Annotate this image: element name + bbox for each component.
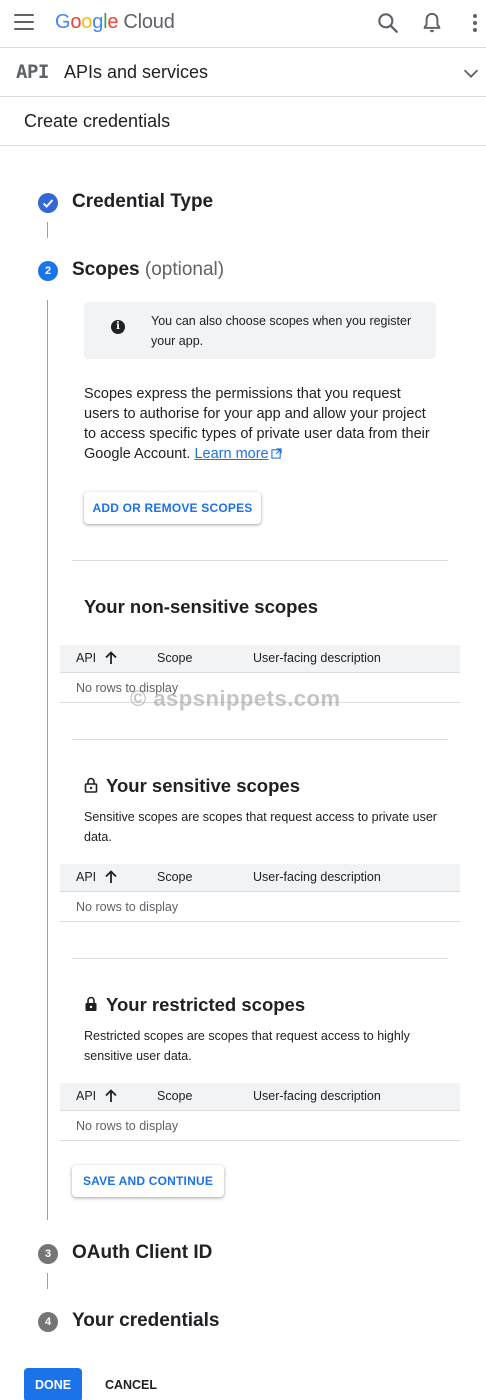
- check-icon: [42, 199, 54, 208]
- column-scope: Scope: [157, 651, 193, 665]
- logo-letter: e: [107, 11, 119, 33]
- divider: [72, 560, 448, 561]
- step-title-your-credentials[interactable]: Your credentials: [72, 1310, 219, 1332]
- info-banner: i You can also choose scopes when you re…: [84, 302, 436, 359]
- column-description: User-facing description: [253, 870, 381, 884]
- cancel-button[interactable]: CANCEL: [96, 1368, 166, 1400]
- column-api[interactable]: API: [76, 870, 96, 884]
- logo-letter: g: [92, 11, 104, 33]
- step-connector: [47, 1273, 48, 1289]
- step-connector: [47, 300, 48, 1220]
- external-link-icon[interactable]: [270, 448, 282, 459]
- divider: [72, 958, 448, 959]
- page-title: Create credentials: [24, 111, 171, 131]
- google-cloud-logo[interactable]: Google Cloud: [55, 11, 175, 34]
- table-empty-row: No rows to display: [60, 893, 460, 922]
- column-scope: Scope: [157, 870, 193, 884]
- empty-text: No rows to display: [76, 900, 179, 914]
- page-header: Create credentials: [0, 97, 486, 146]
- column-description: User-facing description: [253, 651, 381, 665]
- table-header: API Scope User-facing description: [60, 1083, 460, 1111]
- scopes-description: Scopes express the permissions that you …: [84, 384, 440, 464]
- menu-icon[interactable]: [14, 14, 34, 32]
- table-header: API Scope User-facing description: [60, 645, 460, 673]
- api-badge-icon: API: [16, 61, 49, 83]
- info-text: You can also choose scopes when you regi…: [151, 314, 412, 348]
- search-icon[interactable]: [375, 10, 401, 36]
- arrow-up-icon[interactable]: [103, 1088, 119, 1104]
- step-optional-label: (optional): [144, 259, 225, 280]
- restricted-scopes-title-text: Your restricted scopes: [106, 994, 306, 1015]
- save-and-continue-button[interactable]: SAVE AND CONTINUE: [72, 1165, 224, 1197]
- step-number-badge: 3: [38, 1244, 58, 1264]
- info-icon: i: [111, 320, 125, 334]
- restricted-scopes-title: Your restricted scopes: [84, 994, 305, 1016]
- product-title: APIs and services: [64, 62, 209, 82]
- step-title-credential-type[interactable]: Credential Type: [72, 191, 213, 213]
- step-title-scopes[interactable]: Scopes (optional): [72, 259, 224, 281]
- chevron-down-icon[interactable]: [460, 62, 482, 84]
- learn-more-link[interactable]: Learn more: [194, 446, 268, 462]
- logo-cloud-text: Cloud: [123, 11, 175, 33]
- product-selector[interactable]: API APIs and services: [0, 48, 486, 97]
- column-api[interactable]: API: [76, 651, 96, 665]
- sensitive-scopes-title: Your sensitive scopes: [84, 775, 300, 797]
- step-number-badge: 4: [38, 1312, 58, 1332]
- add-remove-scopes-button[interactable]: ADD OR REMOVE SCOPES: [84, 492, 261, 524]
- step-connector: [47, 222, 48, 238]
- step-title-oauth-client-id[interactable]: OAuth Client ID: [72, 1242, 212, 1264]
- more-vert-icon[interactable]: [464, 10, 486, 36]
- step-number-badge: 2: [38, 261, 58, 281]
- lock-open-icon: [84, 777, 98, 793]
- table-header: API Scope User-facing description: [60, 864, 460, 892]
- logo-letter: G: [55, 11, 71, 33]
- sensitive-scopes-title-text: Your sensitive scopes: [106, 775, 300, 796]
- empty-text: No rows to display: [76, 1119, 179, 1133]
- restricted-scopes-description: Restricted scopes are scopes that reques…: [84, 1029, 410, 1063]
- column-description: User-facing description: [253, 1089, 381, 1103]
- step-title-text: Scopes: [72, 259, 140, 280]
- logo-letter: o: [70, 11, 82, 33]
- non-sensitive-scopes-title: Your non-sensitive scopes: [84, 596, 319, 617]
- divider: [72, 739, 448, 740]
- step-done-check-icon: [38, 193, 58, 213]
- column-scope: Scope: [157, 1089, 193, 1103]
- top-app-bar: Google Cloud: [0, 0, 486, 48]
- done-button[interactable]: DONE: [24, 1368, 82, 1400]
- watermark: © aspsnippets.com: [130, 686, 341, 711]
- lock-icon: [85, 996, 97, 1011]
- sensitive-scopes-description: Sensitive scopes are scopes that request…: [84, 810, 437, 844]
- logo-letter: o: [81, 11, 93, 33]
- bell-icon[interactable]: [419, 10, 445, 36]
- arrow-up-icon[interactable]: [103, 869, 119, 885]
- column-api[interactable]: API: [76, 1089, 96, 1103]
- table-empty-row: No rows to display: [60, 1112, 460, 1141]
- arrow-up-icon[interactable]: [103, 650, 119, 666]
